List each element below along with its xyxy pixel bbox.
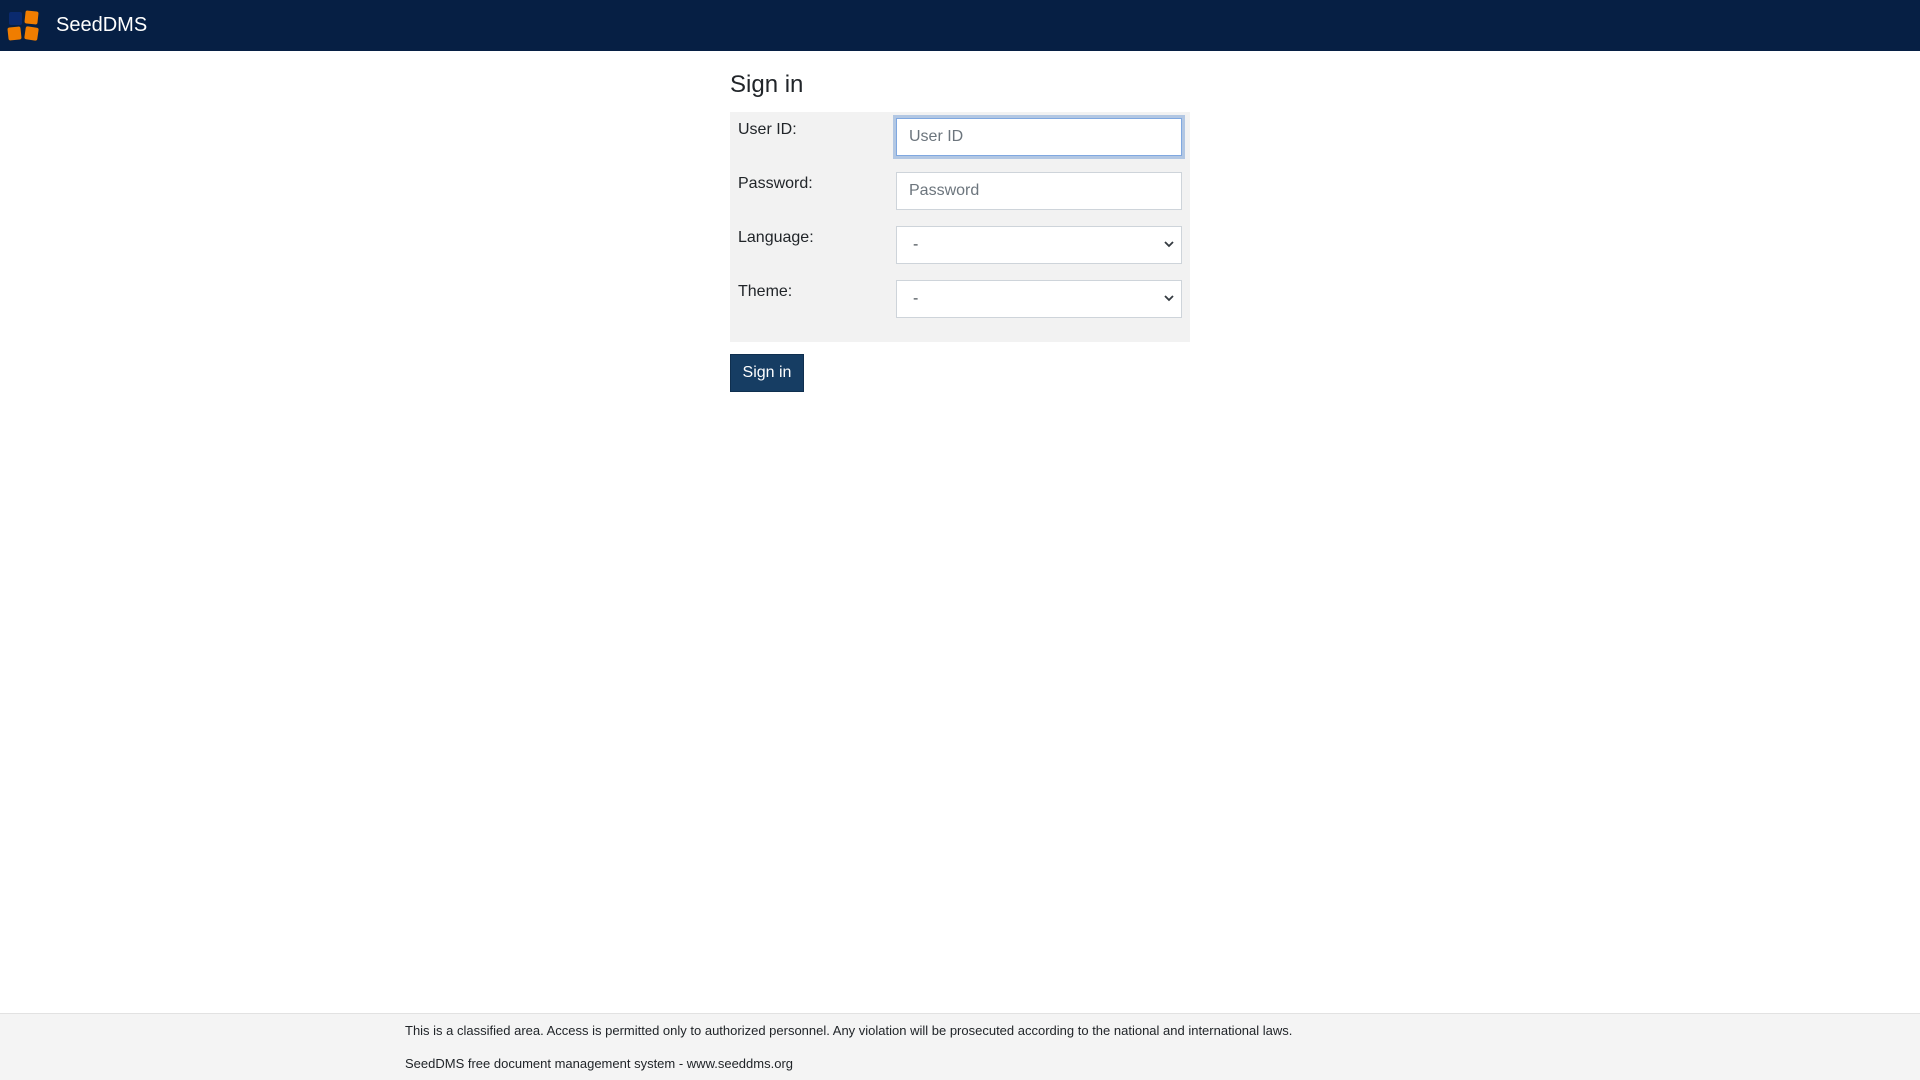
language-select[interactable]: - — [896, 226, 1182, 264]
user-id-input[interactable] — [896, 118, 1182, 156]
theme-label: Theme: — [738, 283, 793, 300]
user-id-label: User ID: — [738, 121, 797, 138]
seeddms-logo-icon — [7, 9, 40, 42]
password-label: Password: — [738, 175, 813, 192]
sign-in-button[interactable]: Sign in — [730, 354, 804, 392]
login-panel: Sign in User ID: Password: Language: - T… — [730, 68, 1190, 392]
brand-link[interactable]: SeedDMS — [7, 9, 148, 42]
password-input[interactable] — [896, 172, 1182, 210]
user-id-row: User ID: — [738, 118, 1182, 172]
language-label: Language: — [738, 229, 814, 246]
brand-name: SeedDMS — [56, 14, 148, 36]
chevron-down-icon — [1164, 295, 1174, 302]
page-title: Sign in — [730, 71, 804, 98]
password-row: Password: — [738, 172, 1182, 226]
language-selected-value: - — [896, 226, 1182, 264]
top-navbar: SeedDMS — [0, 0, 1920, 51]
footer: This is a classified area. Access is per… — [0, 1013, 1920, 1080]
language-row: Language: - — [738, 226, 1182, 280]
footer-disclaimer: This is a classified area. Access is per… — [405, 1023, 1293, 1038]
theme-selected-value: - — [896, 280, 1182, 318]
chevron-down-icon — [1164, 241, 1174, 248]
footer-credit: SeedDMS free document management system … — [405, 1056, 794, 1071]
theme-select[interactable]: - — [896, 280, 1182, 318]
theme-row: Theme: - — [738, 280, 1182, 334]
login-form: User ID: Password: Language: - Theme: - — [730, 112, 1190, 342]
